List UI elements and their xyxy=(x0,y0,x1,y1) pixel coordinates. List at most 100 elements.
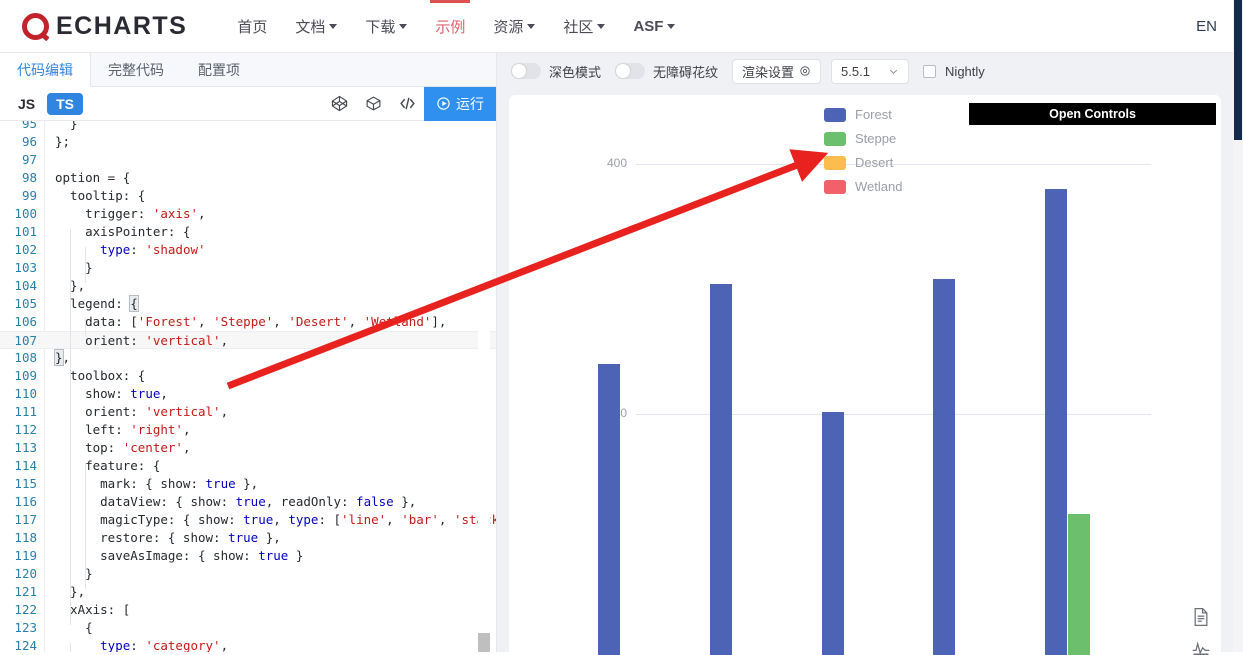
code-text: show: true, xyxy=(55,385,168,403)
codesandbox-icon[interactable] xyxy=(356,87,390,121)
run-button[interactable]: 运行 xyxy=(424,87,496,121)
js-toggle[interactable]: JS xyxy=(18,96,35,112)
line-chart-icon[interactable] xyxy=(1191,637,1211,655)
bar-forest-1[interactable] xyxy=(598,364,620,655)
nightly-checkbox[interactable] xyxy=(923,65,936,78)
code-line[interactable]: 102 type: 'shadow' xyxy=(0,241,496,259)
ts-toggle[interactable]: TS xyxy=(47,93,83,115)
legend-swatch xyxy=(824,180,846,194)
chevron-down-icon xyxy=(527,24,535,29)
code-line[interactable]: 112 left: 'right', xyxy=(0,421,496,439)
code-text: }; xyxy=(55,133,70,151)
tab-label: 完整代码 xyxy=(108,60,164,80)
code-line[interactable]: 119 saveAsImage: { show: true } xyxy=(0,547,496,565)
code-line[interactable]: 97 xyxy=(0,151,496,169)
chevron-down-icon xyxy=(888,66,899,77)
codepen-icon[interactable] xyxy=(322,87,356,121)
code-line[interactable]: 101 axisPointer: { xyxy=(0,223,496,241)
nav-item-examples[interactable]: 示例 xyxy=(421,0,479,53)
code-text: } xyxy=(55,121,78,133)
page-scrollbar[interactable] xyxy=(1233,0,1243,652)
data-view-icon[interactable] xyxy=(1191,607,1211,627)
line-number: 115 xyxy=(0,475,37,493)
y-axis-tick: 400 xyxy=(579,156,627,170)
nav-item-docs[interactable]: 文档 xyxy=(281,0,351,53)
accessibility-label: 无障碍花纹 xyxy=(653,62,718,81)
tab-full-code[interactable]: 完整代码 xyxy=(91,53,181,87)
page-scrollbar-thumb[interactable] xyxy=(1234,0,1242,140)
bar-forest-3[interactable] xyxy=(822,412,844,655)
legend-label: Wetland xyxy=(855,179,902,194)
tab-options[interactable]: 配置项 xyxy=(181,53,257,87)
tab-label: 代码编辑 xyxy=(17,60,73,80)
nav-item-resources[interactable]: 资源 xyxy=(479,0,549,53)
legend-item-wetland[interactable]: Wetland xyxy=(824,179,902,194)
echarts-logo[interactable]: ECHARTS xyxy=(22,12,187,41)
dark-mode-toggle[interactable] xyxy=(511,63,541,79)
code-line[interactable]: 121 }, xyxy=(0,583,496,601)
code-line[interactable]: 106 data: ['Forest', 'Steppe', 'Desert',… xyxy=(0,313,496,331)
legend-item-forest[interactable]: Forest xyxy=(824,107,892,122)
code-line[interactable]: 107 orient: 'vertical', xyxy=(0,331,496,349)
code-line[interactable]: 120 } xyxy=(0,565,496,583)
legend-item-steppe[interactable]: Steppe xyxy=(824,131,896,146)
render-settings-button[interactable]: 渲染设置 xyxy=(732,59,821,84)
open-controls-button[interactable]: Open Controls xyxy=(969,103,1216,125)
code-line[interactable]: 109 toolbox: { xyxy=(0,367,496,385)
echarts-canvas[interactable]: 300400ForestSteppeDesertWetland xyxy=(509,95,1221,655)
line-number: 113 xyxy=(0,439,37,457)
code-line[interactable]: 124 type: 'category', xyxy=(0,637,496,652)
code-line[interactable]: 117 magicType: { show: true, type: ['lin… xyxy=(0,511,496,529)
code-line[interactable]: 113 top: 'center', xyxy=(0,439,496,457)
code-line[interactable]: 104 }, xyxy=(0,277,496,295)
code-text: dataView: { show: true, readOnly: false … xyxy=(55,493,416,511)
nav-item-home[interactable]: 首页 xyxy=(223,0,281,53)
code-text: { xyxy=(55,619,93,637)
code-editor[interactable]: 95 }96};9798option = {99 tooltip: {100 t… xyxy=(0,121,496,652)
line-number: 101 xyxy=(0,223,37,241)
code-line[interactable]: 110 show: true, xyxy=(0,385,496,403)
line-number: 110 xyxy=(0,385,37,403)
code-line[interactable]: 115 mark: { show: true }, xyxy=(0,475,496,493)
language-switcher[interactable]: EN xyxy=(1196,0,1217,53)
nav-item-download[interactable]: 下载 xyxy=(351,0,421,53)
tab-code-edit[interactable]: 代码编辑 xyxy=(0,53,91,87)
nav-label: ASF xyxy=(633,18,663,35)
version-select[interactable]: 5.5.1 xyxy=(831,59,909,84)
code-line[interactable]: 122 xAxis: [ xyxy=(0,601,496,619)
code-line[interactable]: 99 tooltip: { xyxy=(0,187,496,205)
legend-label: Desert xyxy=(855,155,893,170)
nav-label: 首页 xyxy=(237,16,267,37)
legend-item-desert[interactable]: Desert xyxy=(824,155,893,170)
code-line[interactable]: 98option = { xyxy=(0,169,496,187)
code-line[interactable]: 116 dataView: { show: true, readOnly: fa… xyxy=(0,493,496,511)
bar-steppe-5[interactable] xyxy=(1068,514,1090,655)
code-line[interactable]: 103 } xyxy=(0,259,496,277)
nav-label: 文档 xyxy=(295,16,325,37)
bar-forest-2[interactable] xyxy=(710,284,732,655)
code-line[interactable]: 96}; xyxy=(0,133,496,151)
nav-item-asf[interactable]: ASF xyxy=(619,0,689,53)
bar-forest-4[interactable] xyxy=(933,279,955,655)
indent-guide xyxy=(70,229,71,319)
code-brackets-icon[interactable] xyxy=(390,87,424,121)
code-line[interactable]: 111 orient: 'vertical', xyxy=(0,403,496,421)
editor-scrollbar[interactable] xyxy=(478,121,490,652)
code-line[interactable]: 100 trigger: 'axis', xyxy=(0,205,496,223)
code-line[interactable]: 123 { xyxy=(0,619,496,637)
code-line[interactable]: 105 legend: { xyxy=(0,295,496,313)
legend-label: Steppe xyxy=(855,131,896,146)
legend-label: Forest xyxy=(855,107,892,122)
code-line[interactable]: 95 } xyxy=(0,121,496,133)
accessibility-toggle[interactable] xyxy=(615,63,645,79)
code-line[interactable]: 108}, xyxy=(0,349,496,367)
line-number: 122 xyxy=(0,601,37,619)
gear-icon xyxy=(799,65,811,77)
code-text: trigger: 'axis', xyxy=(55,205,206,223)
code-line[interactable]: 114 feature: { xyxy=(0,457,496,475)
editor-scrollbar-thumb[interactable] xyxy=(478,633,490,652)
code-line[interactable]: 118 restore: { show: true }, xyxy=(0,529,496,547)
bar-forest-5[interactable] xyxy=(1045,189,1067,655)
code-text: data: ['Forest', 'Steppe', 'Desert', 'We… xyxy=(55,313,446,331)
nav-item-community[interactable]: 社区 xyxy=(549,0,619,53)
